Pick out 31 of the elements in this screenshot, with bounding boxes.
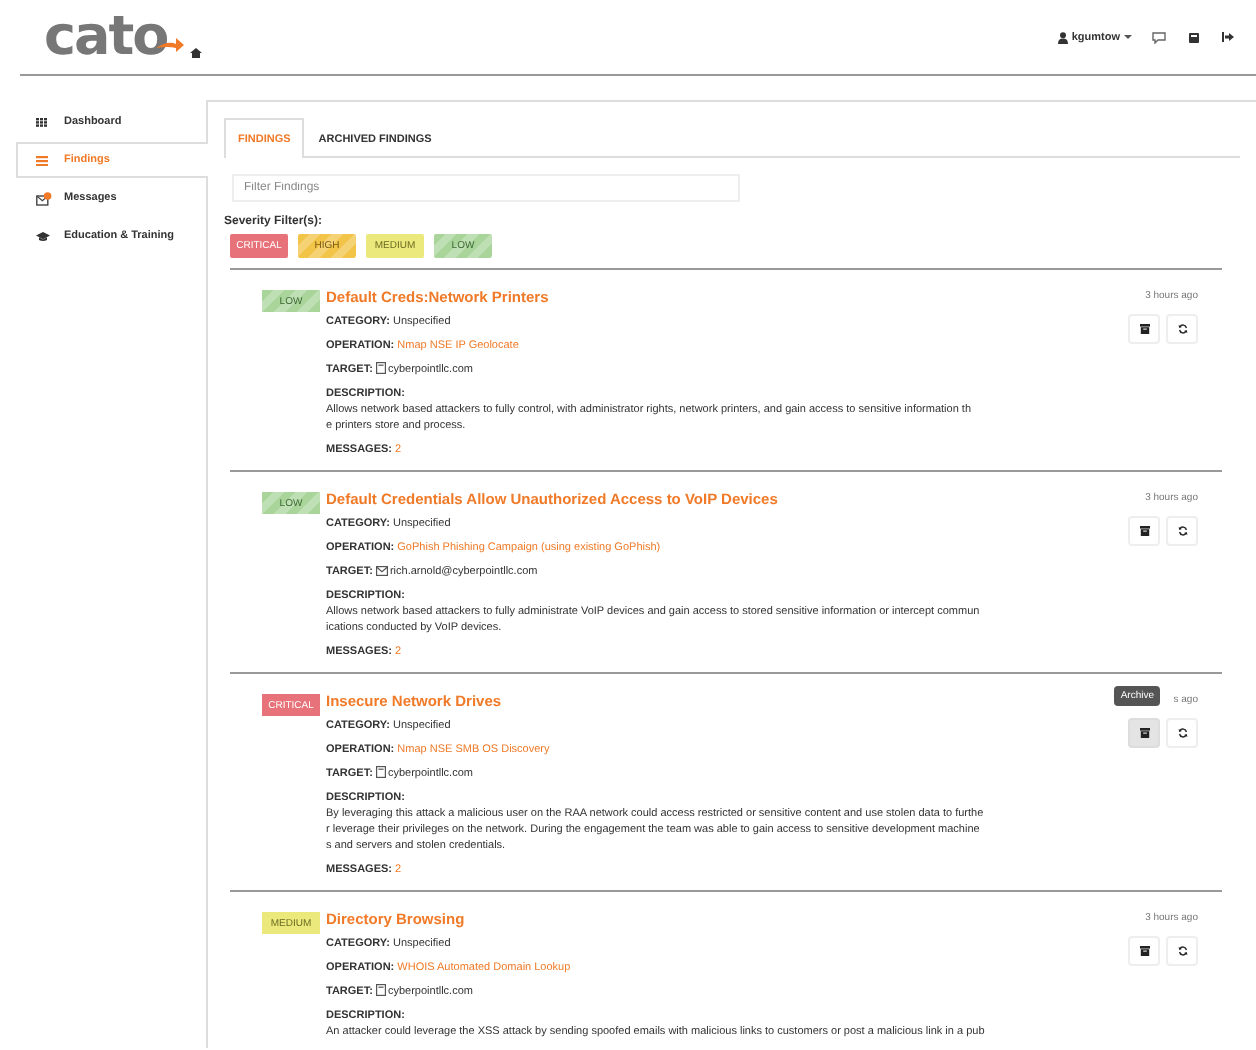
graduation-cap-icon (36, 231, 50, 241)
grid-icon (36, 117, 48, 127)
envelope-icon (375, 566, 388, 576)
archive-icon (1139, 728, 1149, 738)
refresh-icon (1177, 728, 1187, 738)
server-icon (375, 362, 386, 374)
chat-icon[interactable] (1152, 31, 1166, 43)
refresh-icon (1177, 526, 1187, 536)
refresh-button[interactable] (1166, 936, 1198, 966)
book-icon[interactable] (1188, 31, 1200, 43)
refresh-button[interactable] (1166, 314, 1198, 344)
refresh-icon (1177, 946, 1187, 956)
envelope-icon (36, 191, 52, 205)
archive-icon (1139, 526, 1149, 536)
user-icon (1057, 31, 1068, 43)
archive-button[interactable] (1128, 718, 1160, 748)
home-icon[interactable] (189, 48, 202, 58)
server-icon (375, 766, 386, 778)
server-icon (375, 984, 386, 996)
logo[interactable]: cato (44, 10, 184, 64)
caret-icon (1124, 34, 1132, 40)
archive-button[interactable] (1128, 516, 1160, 546)
refresh-icon (1177, 324, 1187, 334)
archive-button[interactable] (1128, 314, 1160, 344)
refresh-button[interactable] (1166, 718, 1198, 748)
archive-button[interactable] (1128, 936, 1160, 966)
list-icon (36, 155, 48, 165)
archive-icon (1139, 946, 1149, 956)
refresh-button[interactable] (1166, 516, 1198, 546)
logout-icon[interactable] (1222, 32, 1234, 42)
archive-icon (1139, 324, 1149, 334)
